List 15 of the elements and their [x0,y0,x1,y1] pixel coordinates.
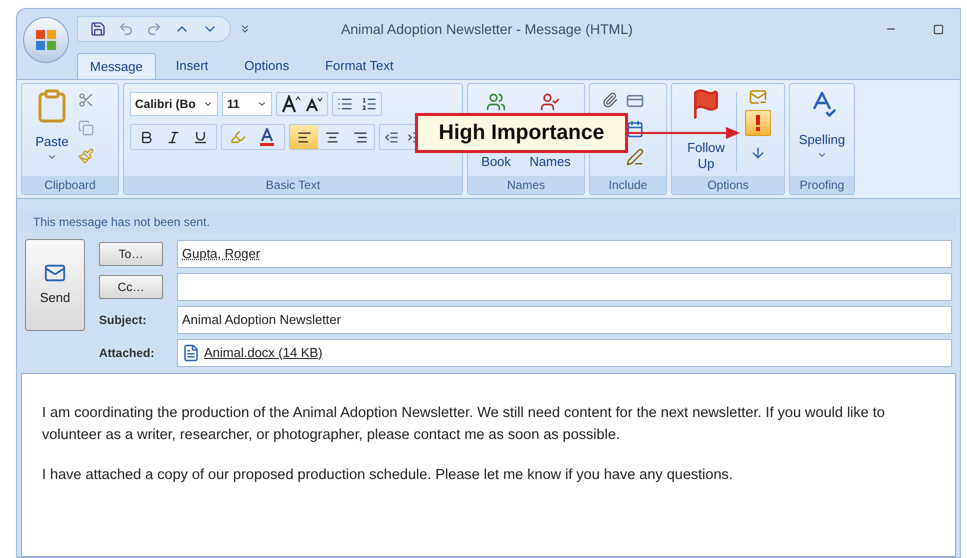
field-label: Attached: [99,344,154,362]
window-title: Animal Adoption Newsletter - Message (HTML) [341,20,633,39]
field-label: Subject: [99,312,146,328]
group-label: Names [506,177,545,194]
field-value: Animal Adoption Newsletter [182,310,341,329]
group-label: Basic Text [266,177,320,194]
body-paragraph: I am coordinating the production of the Animal Adoption Newsletter. We still need content for the next newsletter. If you would like to volunteer as a writer, researcher, or photographer, please contact me as soon as possible. [42,404,886,445]
info-bar-text: This message has not been sent. [33,214,210,231]
group-label: Options [707,177,749,194]
callout-tooltip: High Importance [415,113,628,152]
group-label: Proofing [800,177,844,194]
group-label: Clipboard [44,177,96,194]
field-value: Gupta, Roger [182,244,260,263]
group-label: Include [608,177,648,194]
body-paragraph: I have attached a copy of our proposed production schedule. Please let me know if you have any questions. [42,466,734,485]
